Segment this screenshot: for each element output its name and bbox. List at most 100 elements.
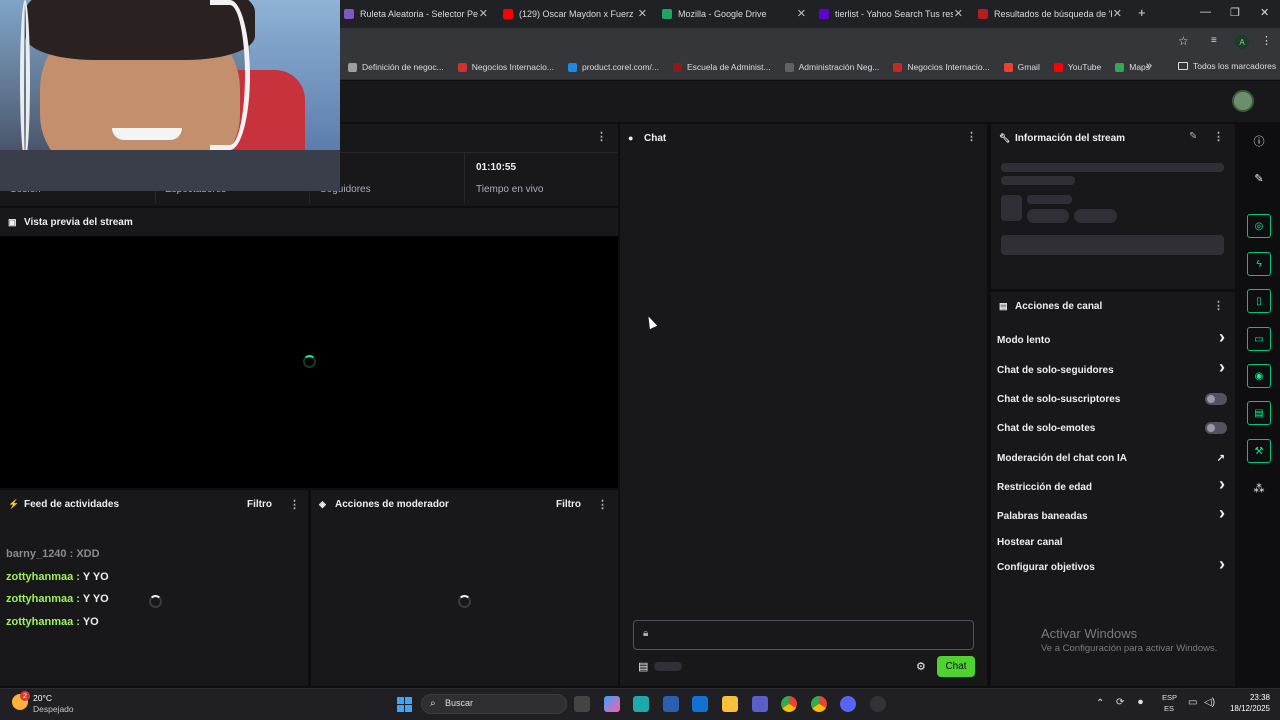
more-bookmarks-button[interactable]: » xyxy=(1146,60,1152,72)
feed-message: zottyhanmaa : YO xyxy=(6,616,99,628)
focus-icon[interactable]: ◎ xyxy=(1247,214,1271,238)
chevron-right-icon: › xyxy=(1219,503,1225,523)
discord-icon[interactable] xyxy=(840,696,856,712)
all-bookmarks-label: Todos los marcadores xyxy=(1193,61,1277,71)
channel-action-label: Chat de solo-emotes xyxy=(997,422,1096,434)
wrench-rail-icon[interactable]: ⚒ xyxy=(1247,439,1271,463)
bookmark-label: Definición de negoc... xyxy=(362,62,444,72)
extensions-icon[interactable]: ⁂ xyxy=(1247,476,1271,500)
outlook-icon[interactable] xyxy=(692,696,708,712)
activity-icon[interactable]: ▤ xyxy=(1247,401,1271,425)
tab-close-icon[interactable]: ✕ xyxy=(479,7,488,20)
toggle-switch[interactable] xyxy=(1205,422,1227,434)
clock-time[interactable]: 23:38 xyxy=(1238,693,1270,702)
tab-close-icon[interactable]: ✕ xyxy=(797,7,806,20)
edge-icon[interactable] xyxy=(633,696,649,712)
tray-sync-icon[interactable]: ⟳ xyxy=(1116,697,1124,708)
channel-actions-icon: ▤ xyxy=(999,300,1008,311)
bookmark-item[interactable]: Maps xyxy=(1115,62,1150,72)
teams-icon[interactable] xyxy=(752,696,768,712)
feed-filter-button[interactable]: Filtro xyxy=(247,499,272,510)
feed-username[interactable]: zottyhanmaa xyxy=(6,593,73,605)
windows-start-icon[interactable] xyxy=(397,697,412,712)
browser-tab[interactable]: (129) Oscar Maydon x Fuerz ✕ xyxy=(503,4,653,24)
bookmark-item[interactable]: Escuela de Administ... xyxy=(672,62,771,72)
bookmark-item[interactable]: Administración Neg... xyxy=(784,62,879,72)
lang-top[interactable]: ESP xyxy=(1162,693,1177,702)
chat-input[interactable] xyxy=(633,620,974,650)
tab-close-icon[interactable]: ✕ xyxy=(1113,7,1122,20)
microphone-icon[interactable]: ⏺ xyxy=(1138,697,1143,708)
all-bookmarks-button[interactable]: Todos los marcadores xyxy=(1178,61,1276,71)
channel-action-item[interactable]: Modo lento › xyxy=(997,327,1229,350)
browser-tab[interactable]: tierlist - Yahoo Search Tus resul ✕ xyxy=(819,4,969,24)
bookmark-item[interactable]: Gmail xyxy=(1003,62,1040,72)
channel-action-item[interactable]: Chat de solo-emotes xyxy=(997,418,1229,438)
browser-tab[interactable]: Mozilla - Google Drive ✕ xyxy=(662,4,812,24)
channel-action-item[interactable]: Restricción de edad › xyxy=(997,474,1229,497)
bookmark-item[interactable]: product.corel.com/... xyxy=(567,62,659,72)
toggle-switch[interactable] xyxy=(1205,393,1227,405)
browser-menu-icon[interactable]: ⋮ xyxy=(1261,34,1272,47)
clock-date[interactable]: 18/12/2025 xyxy=(1222,704,1270,713)
broadcast-icon[interactable]: ◉ xyxy=(1247,364,1271,388)
store-icon[interactable]: ▤ xyxy=(638,660,648,673)
channel-action-item[interactable]: Palabras baneadas › xyxy=(997,503,1229,526)
search-placeholder: Buscar xyxy=(445,698,474,708)
tab-search-icon[interactable]: ≡ xyxy=(1211,35,1217,46)
edit-pencil-icon[interactable]: ✎ xyxy=(1189,131,1197,142)
volume-icon[interactable]: ◁) xyxy=(1204,697,1215,708)
profile-avatar[interactable]: A xyxy=(1235,35,1249,49)
minimize-icon[interactable]: — xyxy=(1200,6,1211,18)
feed-separator: : xyxy=(66,548,77,560)
channel-action-item[interactable]: Chat de solo-suscriptores xyxy=(997,389,1229,409)
feed-username[interactable]: zottyhanmaa xyxy=(6,616,73,628)
weather-temp[interactable]: 20°C xyxy=(33,693,52,703)
file-explorer-icon[interactable] xyxy=(722,696,738,712)
close-window-icon[interactable]: ✕ xyxy=(1260,6,1269,19)
bookmark-star-icon[interactable]: ☆ xyxy=(1178,34,1189,48)
tab-close-icon[interactable]: ✕ xyxy=(954,7,963,20)
restore-icon[interactable]: ❐ xyxy=(1230,6,1240,19)
store-taskbar-icon[interactable] xyxy=(663,696,679,712)
channel-action-label: Moderación del chat con IA xyxy=(997,452,1128,464)
mod-filter-button[interactable]: Filtro xyxy=(556,499,581,510)
app-icon[interactable] xyxy=(870,696,886,712)
new-tab-button[interactable]: + xyxy=(1138,5,1146,20)
bookmark-item[interactable]: Definición de negoc... xyxy=(348,62,444,72)
channel-action-label: Restricción de edad xyxy=(997,481,1093,493)
browser-tab[interactable]: Ruleta Aleatoria - Selector Pers ✕ xyxy=(344,4,494,24)
edit-icon[interactable]: ✎ xyxy=(1247,166,1271,190)
channel-action-item[interactable]: Chat de solo-seguidores › xyxy=(997,357,1229,380)
bookmark-favicon-icon xyxy=(784,62,794,72)
tab-close-icon[interactable]: ✕ xyxy=(638,7,647,20)
lightning-icon[interactable]: ϟ xyxy=(1247,252,1271,276)
bookmark-item[interactable]: Negocios Internacio... xyxy=(893,62,990,72)
lang-bottom[interactable]: ES xyxy=(1164,704,1174,713)
chat-settings-gear-icon[interactable]: ⚙ xyxy=(916,660,926,673)
taskbar-search-input[interactable] xyxy=(421,694,567,714)
feed-username[interactable]: barny_1240 xyxy=(6,548,67,560)
bookmark-item[interactable]: YouTube xyxy=(1053,62,1101,72)
weather-desc[interactable]: Despejado xyxy=(33,704,74,714)
network-icon[interactable]: ▭ xyxy=(1188,697,1197,708)
user-avatar[interactable] xyxy=(1232,90,1254,112)
bookmark-item[interactable]: Negocios Internacio... xyxy=(457,62,554,72)
chrome-icon[interactable] xyxy=(781,696,797,712)
document-icon[interactable]: ▯ xyxy=(1247,289,1271,313)
channel-action-item[interactable]: Configurar objetivos › xyxy=(997,554,1229,577)
chrome-profile-icon[interactable] xyxy=(811,696,827,712)
channel-action-item[interactable]: Hostear canal xyxy=(997,532,1229,552)
chat-send-button[interactable]: Chat xyxy=(937,656,975,677)
browser-tab[interactable]: Resultados de búsqueda de 'KO ✕ xyxy=(978,4,1128,24)
channel-action-item[interactable]: Moderación del chat con IA ↗ xyxy=(997,448,1229,468)
mod-actions-panel: ◈ Acciones de moderador xyxy=(311,490,618,686)
channel-action-label: Hostear canal xyxy=(997,536,1063,548)
tray-expand-icon[interactable]: ⌃ xyxy=(1096,698,1104,709)
copilot-icon[interactable] xyxy=(604,696,620,712)
wrench-icon: 🔧︎ xyxy=(999,132,1011,143)
info-icon[interactable]: ⓘ xyxy=(1247,129,1271,153)
chat-icon[interactable]: ▭ xyxy=(1247,327,1271,351)
task-view-icon[interactable] xyxy=(574,696,590,712)
feed-username[interactable]: zottyhanmaa xyxy=(6,571,73,583)
